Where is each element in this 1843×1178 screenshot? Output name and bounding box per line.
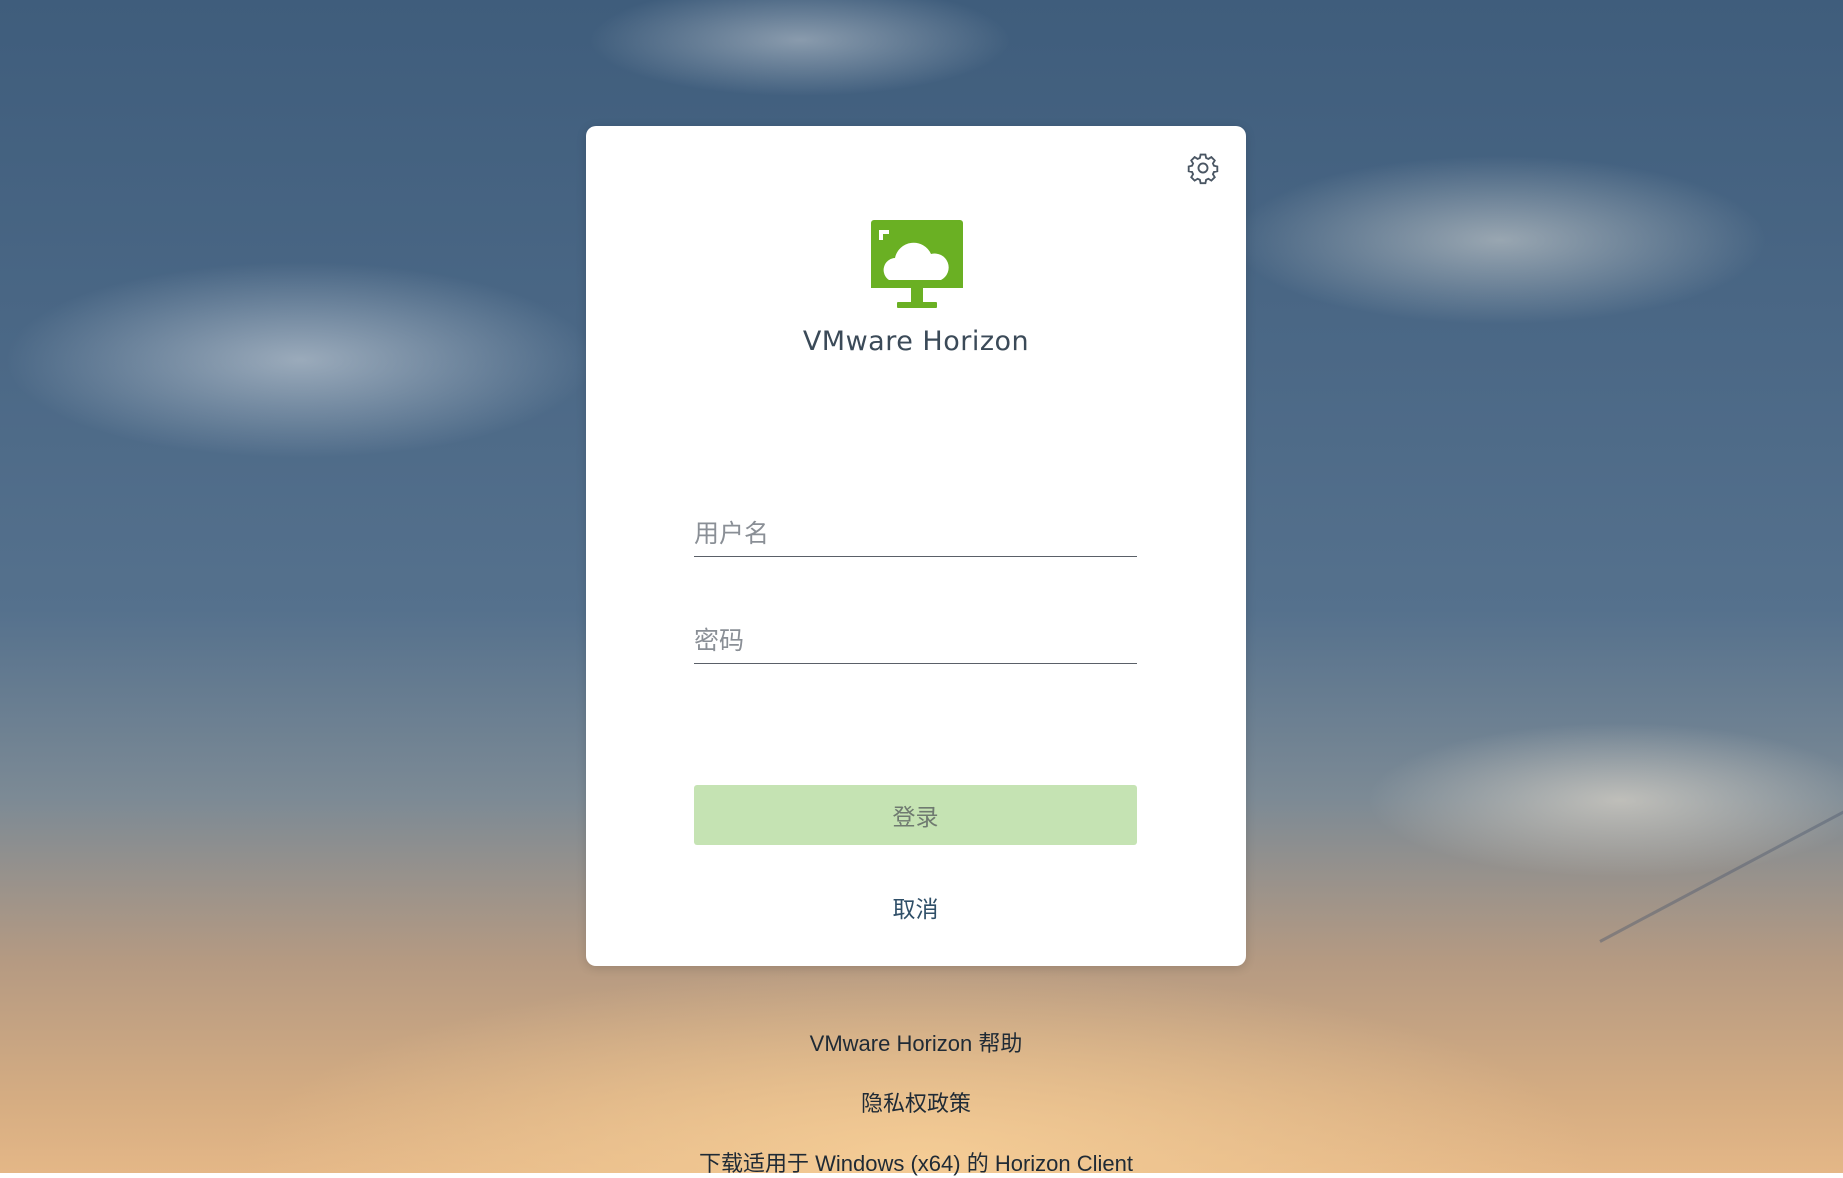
gear-icon[interactable] [1186, 151, 1220, 185]
cancel-link[interactable]: 取消 [694, 890, 1137, 924]
username-input[interactable] [694, 510, 1137, 557]
download-client-link[interactable]: 下载适用于 Windows (x64) 的 Horizon Client [560, 1146, 1272, 1178]
password-input[interactable] [694, 617, 1137, 664]
app-title: VMware Horizon [802, 326, 1030, 357]
privacy-policy-link[interactable]: 隐私权政策 [560, 1086, 1272, 1118]
login-button[interactable]: 登录 [694, 785, 1137, 845]
help-link[interactable]: VMware Horizon 帮助 [560, 1026, 1272, 1058]
vmware-horizon-logo-icon [869, 218, 965, 312]
